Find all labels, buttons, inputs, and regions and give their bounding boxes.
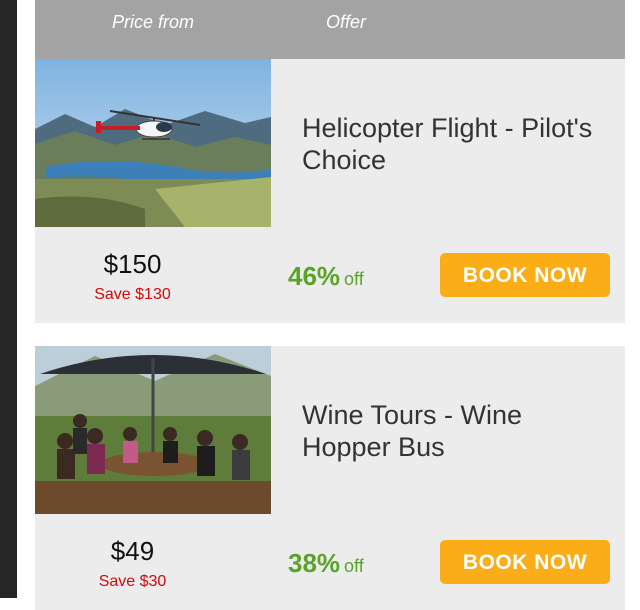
wine-tour-photo[interactable] bbox=[35, 346, 271, 514]
discount-badge: 46% off bbox=[288, 261, 364, 292]
discount-off-label: off bbox=[344, 269, 364, 289]
save-amount: Save $30 bbox=[98, 573, 167, 590]
helicopter-photo[interactable] bbox=[35, 59, 271, 227]
discount-percent: 38% bbox=[288, 548, 341, 578]
book-now-button[interactable]: BOOK NOW bbox=[440, 540, 610, 584]
discount-badge: 38% off bbox=[288, 548, 364, 579]
deal-card-wine-tours[interactable]: Wine Tours - Wine Hopper Bus $49 Save $3… bbox=[35, 346, 625, 610]
header-offer-label: Offer bbox=[326, 12, 367, 32]
header-price-label: Price from bbox=[112, 12, 195, 32]
left-edge-bar bbox=[0, 0, 17, 598]
discount-off-label: off bbox=[344, 556, 364, 576]
left-gutter bbox=[17, 0, 35, 598]
deal-title[interactable]: Wine Tours - Wine Hopper Bus bbox=[302, 399, 602, 463]
save-amount: Save $130 bbox=[94, 286, 171, 303]
price-amount: $49 bbox=[110, 536, 155, 566]
list-header: Price from Offer bbox=[35, 0, 625, 59]
book-now-button[interactable]: BOOK NOW bbox=[440, 253, 610, 297]
deal-card-helicopter[interactable]: Helicopter Flight - Pilot's Choice $150 … bbox=[35, 59, 625, 323]
deal-title[interactable]: Helicopter Flight - Pilot's Choice bbox=[302, 112, 602, 176]
price-amount: $150 bbox=[103, 249, 162, 279]
discount-percent: 46% bbox=[288, 261, 341, 291]
